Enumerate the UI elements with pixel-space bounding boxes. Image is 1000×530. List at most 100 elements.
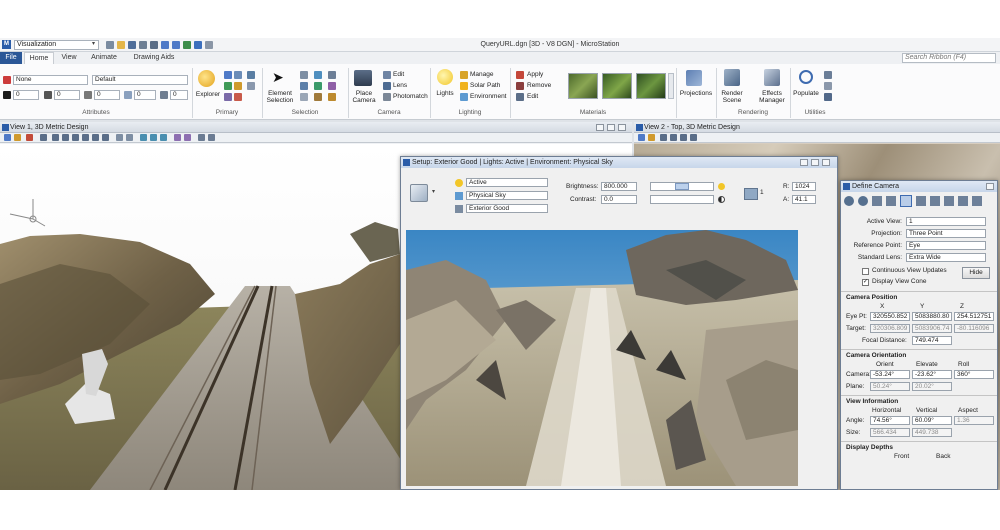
toggle-icon[interactable] xyxy=(198,134,205,141)
camera-elevate-input[interactable]: -23.62° xyxy=(912,370,952,379)
setup-minimize-button[interactable] xyxy=(800,159,808,166)
display-styles-icon[interactable] xyxy=(247,71,255,79)
camera-edit-label[interactable]: Edit xyxy=(393,71,404,79)
select-invert-icon[interactable] xyxy=(328,82,336,90)
attributes-icon[interactable] xyxy=(224,71,232,79)
camera-roll-input[interactable]: 360° xyxy=(954,370,994,379)
transparency-field[interactable]: 0 xyxy=(134,90,156,100)
resolution-input[interactable]: 1024 xyxy=(792,182,816,191)
zoom-out-icon[interactable] xyxy=(670,134,677,141)
apply-label[interactable]: Apply xyxy=(527,71,543,79)
camera-lens-icon[interactable] xyxy=(944,196,954,206)
define-camera-close-button[interactable] xyxy=(986,183,994,190)
open-folder-icon[interactable] xyxy=(117,41,125,49)
lens-icon[interactable] xyxy=(383,82,391,90)
pan-view-icon[interactable] xyxy=(102,134,109,141)
priority-field[interactable]: 0 xyxy=(170,90,188,100)
utility-tool-1-icon[interactable] xyxy=(824,71,832,79)
display-view-cone-checkbox[interactable]: ✓ xyxy=(862,279,869,286)
quick-access-menu-icon[interactable] xyxy=(205,41,213,49)
setup-dialog-title[interactable]: Setup: Exterior Good | Lights: Active | … xyxy=(401,157,837,168)
camera-dolly-icon[interactable] xyxy=(930,196,940,206)
view-attributes-icon[interactable] xyxy=(638,134,645,141)
rotate-view-icon[interactable] xyxy=(92,134,99,141)
effects-manager-label-1[interactable]: Effects xyxy=(756,90,788,97)
define-camera-title[interactable]: Define Camera xyxy=(841,181,997,192)
tab-view[interactable]: View xyxy=(56,52,82,64)
eye-y-input[interactable]: 5083880.80 xyxy=(912,312,952,321)
camera-active-tool-icon[interactable] xyxy=(900,195,912,207)
remove-material-icon[interactable] xyxy=(516,82,524,90)
chevron-down-icon[interactable]: ▾ xyxy=(92,40,95,49)
materials-edit-label[interactable]: Edit xyxy=(527,93,538,101)
display-style-icon[interactable] xyxy=(14,134,21,141)
populate-icon[interactable] xyxy=(799,70,813,84)
print-icon[interactable] xyxy=(139,41,147,49)
zoom-in-icon[interactable] xyxy=(660,134,667,141)
camera-settings-icon[interactable] xyxy=(184,134,191,141)
camera-setup-icon[interactable] xyxy=(844,196,854,206)
compress-icon[interactable] xyxy=(150,41,158,49)
clip-mask-icon[interactable] xyxy=(150,134,157,141)
manage-lights-icon[interactable] xyxy=(460,71,468,79)
explorer-button-label[interactable]: Explorer xyxy=(194,91,222,98)
camera-roll-icon[interactable] xyxy=(916,196,926,206)
level-select[interactable]: None xyxy=(13,75,88,85)
view-next-icon[interactable] xyxy=(126,134,133,141)
environment-label[interactable]: Environment xyxy=(470,93,507,101)
tab-drawing-aids[interactable]: Drawing Aids xyxy=(126,52,182,64)
projection-select[interactable]: Three Point xyxy=(906,229,986,238)
projections-icon[interactable] xyxy=(686,70,702,86)
view-tools-icon[interactable] xyxy=(26,134,33,141)
properties-icon[interactable] xyxy=(234,71,242,79)
size-vertical-input[interactable]: 449.738 xyxy=(912,428,952,437)
brightness-slider[interactable] xyxy=(650,182,714,191)
effects-manager-label-2[interactable]: Manager xyxy=(756,97,788,104)
window-area-icon[interactable] xyxy=(72,134,79,141)
render-scene-label-2[interactable]: Scene xyxy=(718,97,746,104)
place-camera-label-1[interactable]: Place xyxy=(349,90,379,97)
view-1-title-bar[interactable]: View 1, 3D Metric Design xyxy=(0,122,632,133)
select-group-icon[interactable] xyxy=(314,82,322,90)
fit-view-icon[interactable] xyxy=(680,134,687,141)
edit-material-icon[interactable] xyxy=(516,93,524,101)
brightness-slider-thumb[interactable] xyxy=(675,183,689,190)
plane-elevate-input[interactable]: 20.02° xyxy=(912,382,952,391)
material-swatch-1[interactable] xyxy=(568,73,598,99)
render-settings-dropdown-icon[interactable]: ▾ xyxy=(432,188,435,195)
clear-selection-icon[interactable] xyxy=(300,93,308,101)
select-mode-icon[interactable] xyxy=(328,71,336,79)
material-swatch-2[interactable] xyxy=(602,73,632,99)
element-selection-label-2[interactable]: Selection xyxy=(264,97,296,104)
solar-path-label[interactable]: Solar Path xyxy=(470,82,500,90)
view-menu-icon[interactable] xyxy=(2,124,9,131)
select-by-attributes-icon[interactable] xyxy=(314,71,322,79)
camera-orbit-icon[interactable] xyxy=(886,196,896,206)
tab-animate[interactable]: Animate xyxy=(84,52,124,64)
line-style-select[interactable]: 0 xyxy=(94,90,120,100)
select-options-icon[interactable] xyxy=(328,93,336,101)
select-all-icon[interactable] xyxy=(300,71,308,79)
plane-orient-input[interactable]: 50.24° xyxy=(870,382,910,391)
apply-material-icon[interactable] xyxy=(516,71,524,79)
color-select[interactable]: 0 xyxy=(13,90,39,100)
materials-gallery-scroll[interactable] xyxy=(668,73,674,99)
render-scene-icon[interactable] xyxy=(724,69,740,86)
setup-maximize-button[interactable] xyxy=(811,159,819,166)
populate-button-label[interactable]: Populate xyxy=(790,90,822,97)
photomatch-icon[interactable] xyxy=(383,93,391,101)
fence-icon[interactable] xyxy=(300,82,308,90)
camera-orient-input[interactable]: -53.24° xyxy=(870,370,910,379)
render-settings-icon[interactable] xyxy=(410,184,428,202)
eye-x-input[interactable]: 320550.852 xyxy=(870,312,910,321)
lights-button-label[interactable]: Lights xyxy=(432,90,458,97)
angle-aspect-input[interactable]: 1.36 xyxy=(954,416,994,425)
style-select[interactable]: Default xyxy=(92,75,188,85)
search-ribbon-input[interactable]: Search Ribbon (F4) xyxy=(902,53,996,63)
target-y-input[interactable]: 5083906.74 xyxy=(912,324,952,333)
clear-clip-icon[interactable] xyxy=(160,134,167,141)
lights-icon[interactable] xyxy=(437,69,453,85)
render-icon[interactable] xyxy=(208,134,215,141)
undo-icon[interactable] xyxy=(161,41,169,49)
setup-close-button[interactable] xyxy=(822,159,830,166)
